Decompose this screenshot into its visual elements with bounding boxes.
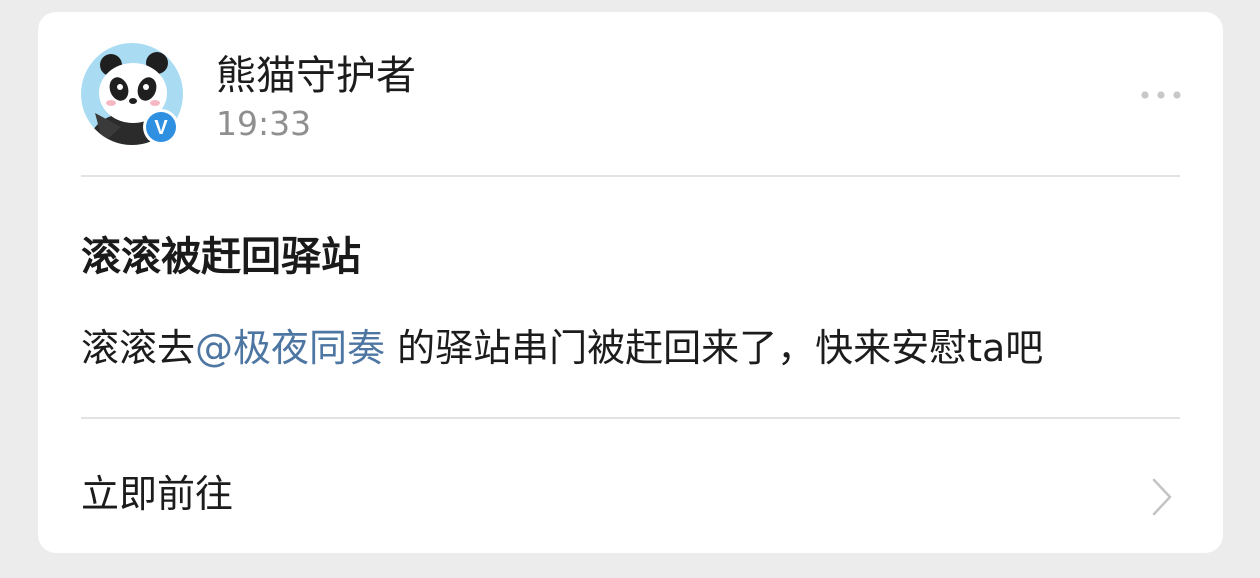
post-header: V 熊猫守护者 19:33	[38, 12, 1223, 176]
more-options-button[interactable]	[1139, 85, 1183, 105]
notification-card: V 熊猫守护者 19:33 滚滚被赶回驿站 滚滚去@极夜同奏 的驿站串门被赶回来…	[38, 12, 1223, 553]
verified-badge-letter: V	[154, 117, 168, 139]
body-suffix: 的驿站串门被赶回来了，快来安慰ta吧	[385, 326, 1044, 370]
user-mention-link[interactable]: @极夜同奏	[195, 326, 385, 370]
header-divider	[81, 175, 1180, 177]
verified-badge-icon: V	[142, 108, 180, 146]
more-dots-icon	[1141, 91, 1181, 99]
author-name[interactable]: 熊猫守护者	[216, 52, 416, 100]
post-time: 19:33	[216, 104, 312, 143]
go-now-label: 立即前往	[81, 472, 234, 516]
post-title: 滚滚被赶回驿站	[81, 234, 361, 280]
post-body: 滚滚去@极夜同奏 的驿站串门被赶回来了，快来安慰ta吧	[81, 324, 1043, 372]
chevron-right-icon	[1151, 477, 1173, 517]
go-now-button[interactable]: 立即前往	[38, 419, 1223, 553]
body-prefix: 滚滚去	[81, 326, 196, 370]
